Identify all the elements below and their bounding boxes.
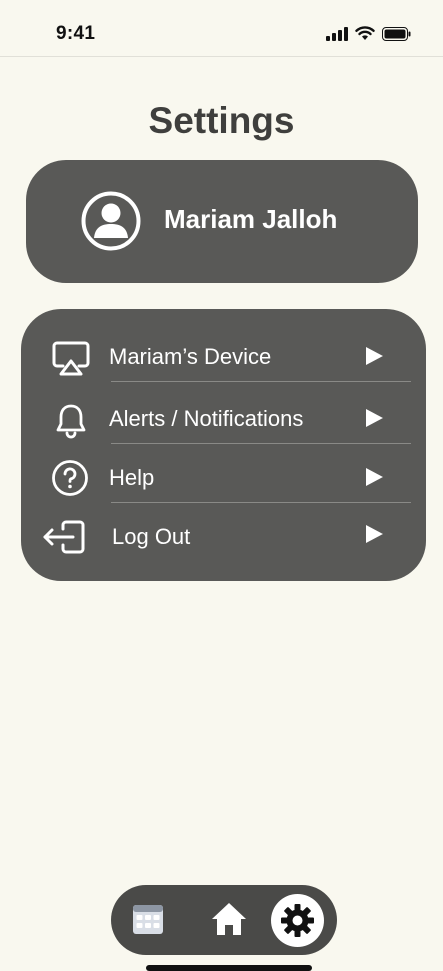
signal-icon (326, 26, 348, 41)
menu-item-label: Mariam’s Device (109, 344, 272, 369)
menu-item-device[interactable]: Mariam’s Device (21, 327, 426, 385)
gear-icon (281, 904, 314, 937)
status-bar: 9:41 (0, 0, 443, 57)
menu-item-logout[interactable]: Log Out (21, 508, 426, 566)
nav-calendar-button[interactable] (133, 905, 163, 939)
help-circle-icon (52, 460, 88, 496)
home-icon (212, 903, 246, 935)
bottom-nav (111, 885, 337, 955)
calendar-icon (133, 905, 163, 934)
chevron-right-icon (366, 409, 383, 427)
divider (111, 381, 411, 382)
menu-item-label: Log Out (112, 524, 191, 549)
settings-menu: Mariam’s Device Alerts / Notifications H… (21, 309, 426, 581)
menu-item-label: Alerts / Notifications (109, 406, 304, 431)
menu-item-alerts[interactable]: Alerts / Notifications (21, 389, 426, 447)
divider (111, 443, 411, 444)
menu-item-label: Help (109, 465, 155, 490)
page-title: Settings (148, 100, 295, 141)
status-time: 9:41 (56, 23, 96, 44)
nav-settings-button[interactable] (271, 894, 324, 947)
divider (111, 502, 411, 503)
wifi-icon (355, 26, 375, 40)
user-avatar-icon (81, 191, 141, 251)
battery-icon (382, 26, 411, 41)
menu-item-help[interactable]: Help (21, 449, 426, 507)
profile-card[interactable]: Mariam Jalloh (26, 160, 418, 283)
status-icons (326, 26, 411, 41)
chevron-right-icon (366, 347, 383, 365)
logout-icon (43, 520, 85, 554)
chevron-right-icon (366, 468, 383, 486)
nav-home-button[interactable] (210, 901, 248, 942)
profile-name: Mariam Jalloh (164, 204, 338, 234)
screen-cast-icon (52, 341, 90, 376)
chevron-right-icon (366, 525, 383, 543)
bell-icon (56, 404, 86, 439)
home-indicator (146, 965, 312, 971)
